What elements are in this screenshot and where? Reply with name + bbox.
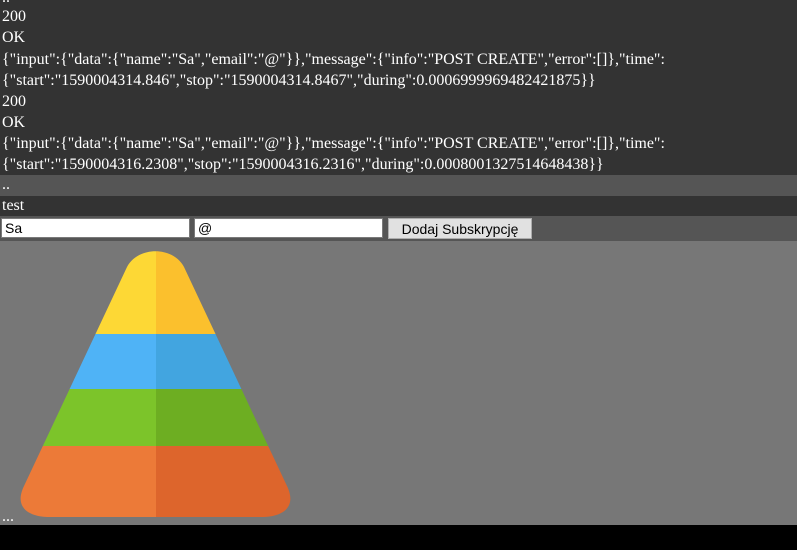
log-json-line: {"start":"1590004316.2308","stop":"15900… — [2, 156, 604, 173]
pyramid-layer-4-right — [156, 446, 291, 517]
pyramid-layer-1-right — [156, 251, 291, 334]
footer-marker: ... — [2, 508, 14, 525]
section-header: test — [0, 196, 797, 216]
pyramid-layer-2-left — [20, 334, 156, 389]
log-status-text: OK — [2, 114, 26, 131]
log-status-code: 200 — [2, 8, 26, 25]
separator-bar: .. — [0, 175, 797, 196]
pyramid-layer-1-left — [20, 251, 156, 334]
page: .. 200 OK {"input":{"data":{"name":"Sa",… — [0, 0, 797, 550]
log-status-text: OK — [2, 29, 26, 46]
log-status-code: 200 — [2, 93, 26, 110]
add-subscription-button[interactable]: Dodaj Subskrypcję — [388, 218, 532, 239]
pyramid-layer-4-left — [20, 446, 156, 517]
pyramid-layer-3-left — [20, 389, 156, 446]
email-input[interactable] — [194, 218, 383, 238]
pyramid-layer-3-right — [156, 389, 291, 446]
subscription-form: Dodaj Subskrypcję — [0, 216, 797, 241]
log-json-line: {"input":{"data":{"name":"Sa","email":"@… — [2, 51, 665, 68]
content-area: ... — [0, 241, 797, 525]
name-input[interactable] — [1, 218, 190, 238]
pyramid-illustration — [20, 251, 291, 517]
response-log: .. 200 OK {"input":{"data":{"name":"Sa",… — [0, 0, 797, 175]
separator-marker: .. — [2, 176, 10, 193]
log-json-line: {"start":"1590004314.846","stop":"159000… — [2, 72, 596, 89]
pyramid-layer-2-right — [156, 334, 291, 389]
log-json-line: {"input":{"data":{"name":"Sa","email":"@… — [2, 135, 665, 152]
section-title: test — [2, 197, 25, 214]
